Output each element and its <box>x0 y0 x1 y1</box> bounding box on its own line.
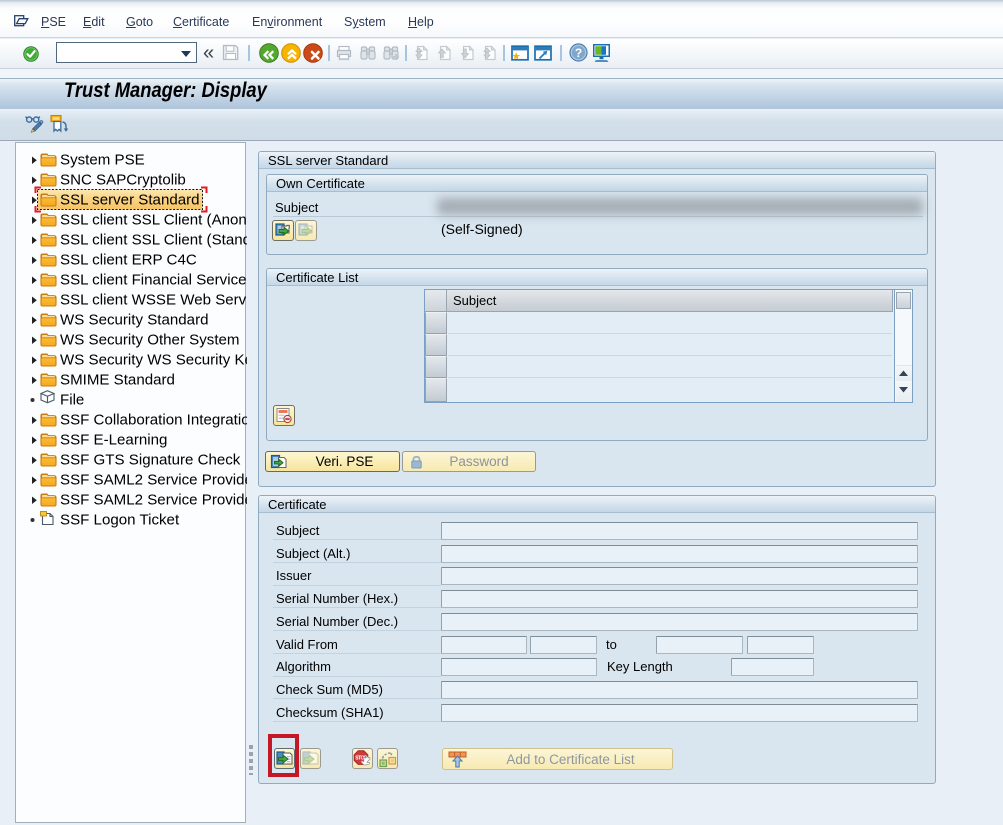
svg-text:SSF SAML2 Service Provider: SSF SAML2 Service Provider <box>60 492 247 509</box>
svg-text:SSL client SSL Client (Anonym: SSL client SSL Client (Anonym <box>60 212 247 229</box>
svg-text:SSF Logon Ticket: SSF Logon Ticket <box>60 512 180 529</box>
svg-text:SSL client ERP C4C: SSL client ERP C4C <box>60 252 197 269</box>
svg-text:SSL client WSSE Web Servic: SSL client WSSE Web Servic <box>60 292 247 309</box>
svg-text:SNC SAPCryptolib: SNC SAPCryptolib <box>60 172 186 189</box>
svg-text:WS Security Other System: WS Security Other System <box>60 332 240 349</box>
svg-text:SSL client SSL Client (Standar: SSL client SSL Client (Standar <box>60 232 247 249</box>
svg-text:SSL client Financial Services: SSL client Financial Services <box>60 272 247 289</box>
svg-text:WS Security WS Security Ke: WS Security WS Security Ke <box>60 352 247 369</box>
svg-text:File: File <box>60 392 84 409</box>
svg-text:SSF Collaboration Integratio: SSF Collaboration Integratio <box>60 412 247 429</box>
svg-text:WS Security Standard: WS Security Standard <box>60 312 208 329</box>
svg-text:SSF E-Learning: SSF E-Learning <box>60 432 167 449</box>
svg-text:SSF GTS Signature Check: SSF GTS Signature Check <box>60 452 241 469</box>
svg-text:SSL server Standard: SSL server Standard <box>60 192 200 209</box>
svg-text:SMIME Standard: SMIME Standard <box>60 372 175 389</box>
svg-text:SSF SAML2 Service Provider: SSF SAML2 Service Provider <box>60 472 247 489</box>
svg-text:System PSE: System PSE <box>60 152 145 169</box>
svg-text:?: ? <box>575 46 582 60</box>
